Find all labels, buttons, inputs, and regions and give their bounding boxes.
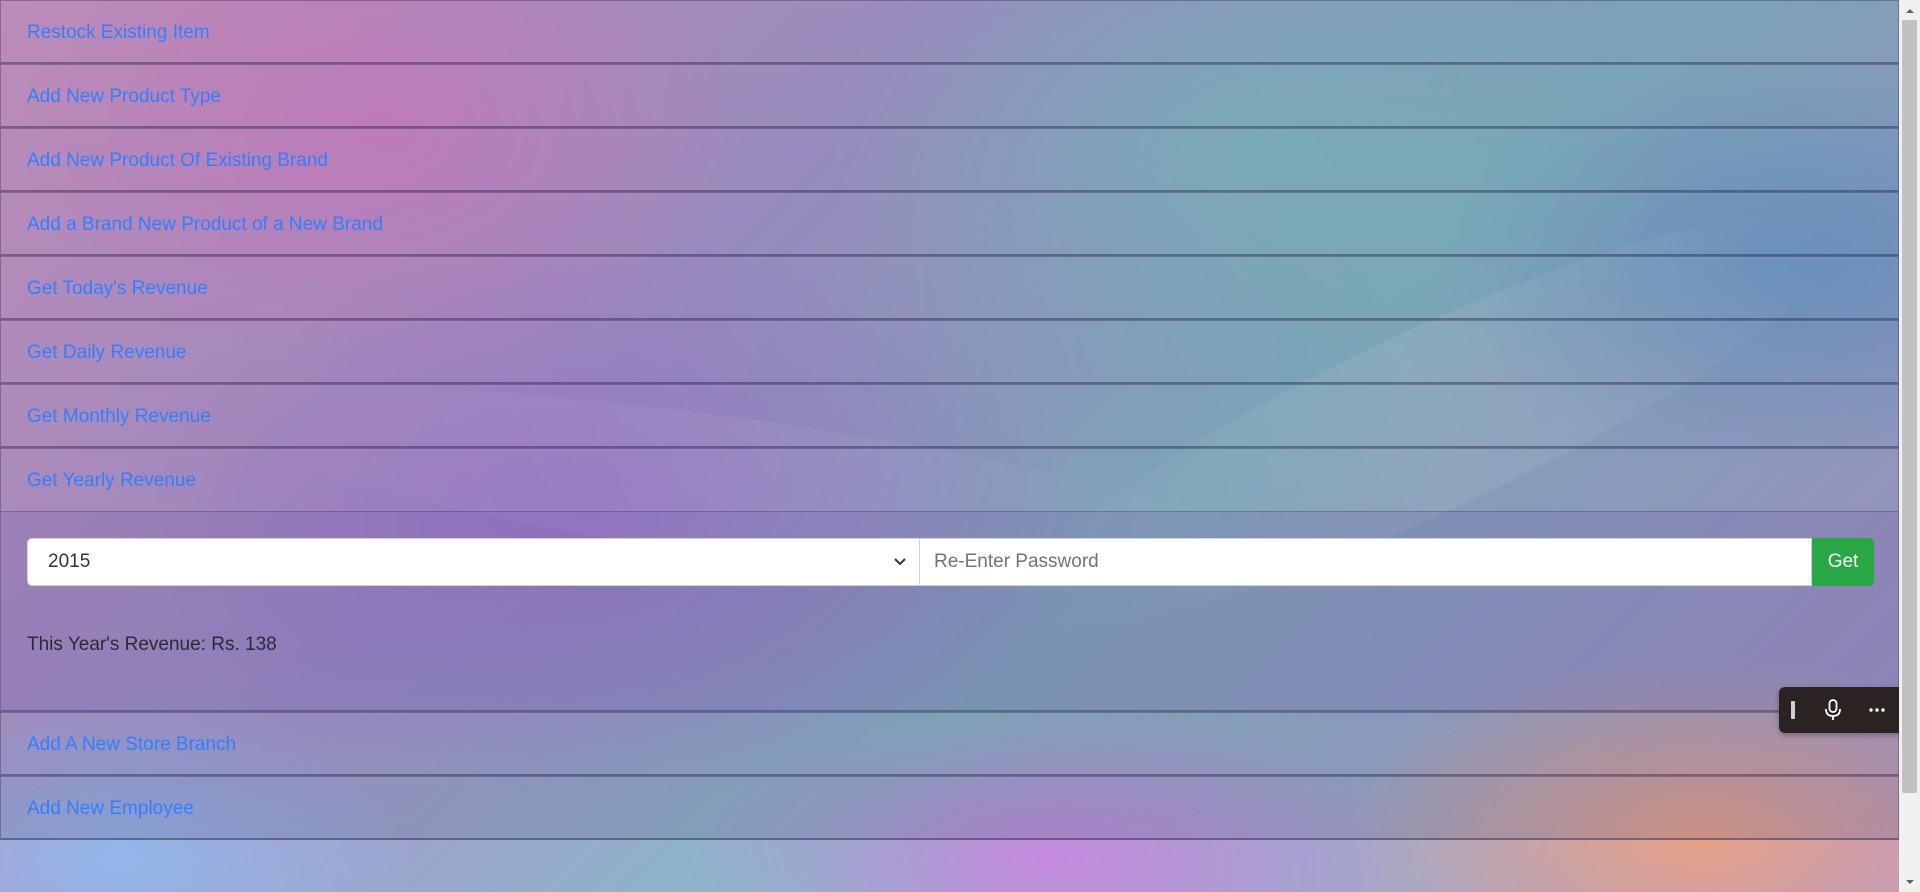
add-new-employee-link[interactable]: Add New Employee [1,777,1898,841]
get-revenue-button[interactable]: Get [1812,538,1874,586]
menu-item-add-product-existing-brand: Add New Product Of Existing Brand [0,128,1899,192]
vertical-scrollbar[interactable] [1899,0,1920,892]
menu-item-yearly-revenue: Get Yearly Revenue [0,448,1899,512]
more-options-icon[interactable] [1859,692,1895,728]
add-product-existing-brand-link[interactable]: Add New Product Of Existing Brand [1,129,1898,193]
menu-item-today-revenue: Get Today's Revenue [0,256,1899,320]
voice-input-toolbar [1779,687,1906,733]
chevron-down-icon [893,539,907,585]
yearly-revenue-panel: 2015 Get This Year's Revenue: Rs. 138 [0,512,1899,712]
add-store-branch-link[interactable]: Add A New Store Branch [1,713,1898,777]
grip-handle-icon[interactable] [1791,701,1795,719]
yearly-revenue-result: This Year's Revenue: Rs. 138 [27,634,277,655]
add-product-new-brand-link[interactable]: Add a Brand New Product of a New Brand [1,193,1898,257]
get-monthly-revenue-link[interactable]: Get Monthly Revenue [1,385,1898,449]
scrollbar-thumb[interactable] [1902,20,1917,793]
menu-item-add-product-type: Add New Product Type [0,64,1899,128]
menu-item-add-store-branch: Add A New Store Branch [0,712,1899,776]
menu-item-add-product-new-brand: Add a Brand New Product of a New Brand [0,192,1899,256]
year-select[interactable]: 2015 [27,538,920,586]
admin-menu-accordion: Restock Existing Item Add New Product Ty… [0,0,1899,840]
get-yearly-revenue-link[interactable]: Get Yearly Revenue [1,449,1898,513]
restock-existing-item-link[interactable]: Restock Existing Item [1,1,1898,65]
add-new-product-type-link[interactable]: Add New Product Type [1,65,1898,129]
menu-item-add-employee: Add New Employee [0,776,1899,840]
get-today-revenue-link[interactable]: Get Today's Revenue [1,257,1898,321]
re-enter-password-input[interactable] [920,538,1812,586]
microphone-icon[interactable] [1815,692,1851,728]
menu-item-monthly-revenue: Get Monthly Revenue [0,384,1899,448]
menu-item-daily-revenue: Get Daily Revenue [0,320,1899,384]
get-daily-revenue-link[interactable]: Get Daily Revenue [1,321,1898,385]
year-select-value: 2015 [48,551,91,572]
menu-item-restock: Restock Existing Item [0,0,1899,64]
yearly-revenue-form: 2015 Get [27,538,1874,586]
scroll-down-arrow-icon[interactable] [1899,873,1920,890]
scroll-up-arrow-icon[interactable] [1899,2,1920,19]
